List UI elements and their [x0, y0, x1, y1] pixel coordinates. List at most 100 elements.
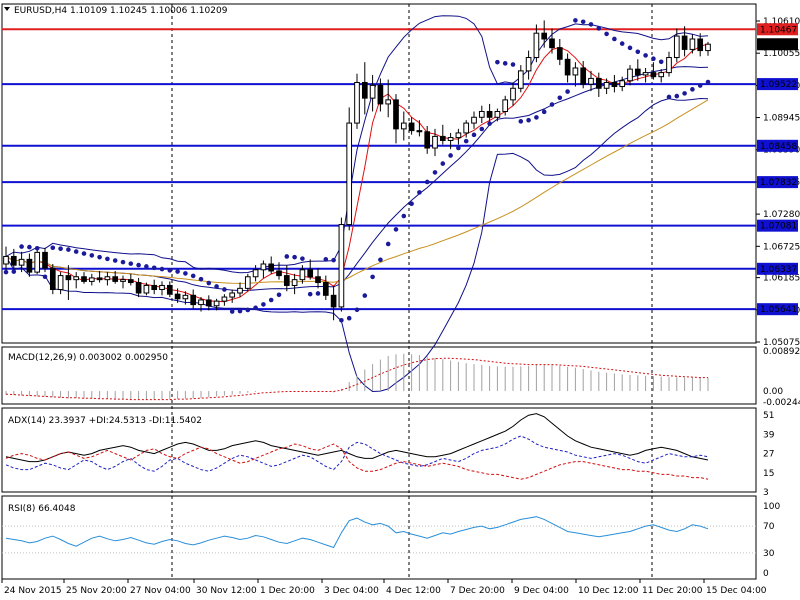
candle-body — [705, 43, 711, 52]
candle-body — [42, 251, 48, 269]
sar-dot — [354, 307, 360, 313]
rsi-panel-frame — [1, 495, 757, 580]
candle-body — [595, 77, 602, 89]
candle-body — [57, 275, 64, 291]
sar-dot — [175, 269, 180, 274]
sar-dot — [370, 274, 375, 280]
candle-body — [135, 282, 142, 294]
candle-body — [681, 35, 688, 50]
candle-body — [112, 276, 119, 282]
candle-body — [81, 276, 87, 282]
candle-body — [244, 276, 251, 289]
sar-dot — [284, 254, 290, 259]
candle-body — [166, 284, 173, 295]
candle-body — [291, 279, 298, 286]
candle-body — [517, 70, 524, 89]
sar-dot — [159, 266, 165, 272]
time-tick-label: 7 Dec 20:00 — [450, 586, 505, 596]
bollinger-bands — [5, 15, 709, 393]
level-label: 1.09522 — [760, 80, 797, 90]
price-tick-label: 1.06725 — [763, 242, 800, 252]
sar-dot — [229, 309, 235, 314]
candle-body — [510, 87, 516, 101]
macd-label: MACD(12,26,9) 0.003002 0.002950 — [8, 353, 168, 363]
candle-body — [385, 99, 392, 105]
candle-body — [205, 299, 212, 307]
candle-body — [478, 110, 485, 118]
sar-dot — [112, 258, 118, 263]
candle-body — [658, 72, 665, 78]
sar-dot — [697, 83, 703, 88]
candle-body — [229, 292, 236, 298]
candle-body — [65, 275, 72, 281]
candle-body — [439, 135, 446, 141]
price-tick-label: 1.07280 — [763, 210, 800, 220]
sar-dot — [401, 213, 407, 219]
candle-body — [572, 67, 579, 76]
sar-dot — [440, 161, 446, 166]
time-tick-label: 3 Dec 04:00 — [324, 586, 379, 596]
adx-tick-label: 39 — [763, 430, 775, 440]
price-panel-frame — [1, 3, 757, 344]
candle-body — [533, 32, 540, 59]
sar-dot — [3, 269, 9, 275]
sar-dot — [619, 41, 625, 46]
price-tick-label: 1.06185 — [763, 274, 800, 284]
candles — [3, 20, 711, 321]
candle-body — [689, 38, 696, 50]
sar-dot — [705, 79, 711, 85]
candle-body — [260, 263, 267, 271]
time-tick-label: 24 Nov 2015 — [4, 586, 62, 596]
candle-body — [549, 38, 555, 49]
dropdown-triangle-icon[interactable] — [4, 7, 10, 11]
rsi-line — [5, 516, 709, 549]
time-tick-label: 15 Dec 04:00 — [706, 586, 767, 596]
candle-body — [673, 35, 680, 59]
sar-dot — [315, 291, 321, 296]
time-tick-label: 10 Dec 12:00 — [578, 586, 639, 596]
candle-body — [666, 57, 672, 74]
candle-body — [541, 32, 548, 40]
sar-dot — [549, 102, 555, 107]
sar-dot — [11, 269, 17, 274]
sar-dot — [627, 45, 633, 51]
candle-body — [252, 269, 259, 278]
sar-dot — [268, 297, 274, 303]
sar-dot — [580, 19, 586, 25]
time-tick-label: 27 Nov 04:00 — [130, 586, 191, 596]
sar-dot — [385, 241, 391, 247]
adx-tick-label: 27 — [763, 450, 774, 460]
sar-dot — [362, 293, 368, 298]
candle-body — [619, 80, 626, 88]
sar-dot — [120, 259, 126, 265]
candle-body — [697, 38, 704, 52]
sar-dot — [518, 119, 524, 124]
candle-body — [424, 131, 431, 149]
sar-dot — [378, 257, 383, 263]
sar-dot — [73, 249, 79, 254]
sar-dot — [635, 49, 641, 55]
sar-dot — [651, 56, 656, 62]
sar-dot — [253, 305, 258, 311]
sar-dot — [643, 53, 648, 58]
sar-dot — [604, 31, 609, 37]
candle-body — [322, 282, 329, 296]
sar-dot — [682, 91, 687, 96]
sar-dot — [144, 264, 149, 269]
trading-chart[interactable]: 0.008922 0.00-0.002443 51 39 27 15 3 100 70 30 0… — [0, 0, 800, 600]
candle-body — [642, 72, 649, 76]
candle-body — [26, 258, 33, 273]
candle-body — [276, 270, 282, 277]
candle-body — [408, 122, 415, 132]
sar-dot — [417, 190, 422, 195]
sar-dot — [479, 126, 485, 132]
candle-body — [307, 269, 314, 278]
bollinger-lower-line — [5, 97, 709, 393]
time-tick-label: 1 Dec 20:00 — [260, 586, 315, 596]
sar-dot — [346, 315, 352, 321]
candle-body — [18, 258, 25, 266]
candle-body — [174, 293, 181, 300]
level-label: 1.07832 — [760, 178, 797, 188]
symbol-header: EURUSD,H4 1.10109 1.10245 1.10006 1.1020… — [14, 6, 228, 16]
rsi-tick-label: 30 — [763, 549, 775, 559]
